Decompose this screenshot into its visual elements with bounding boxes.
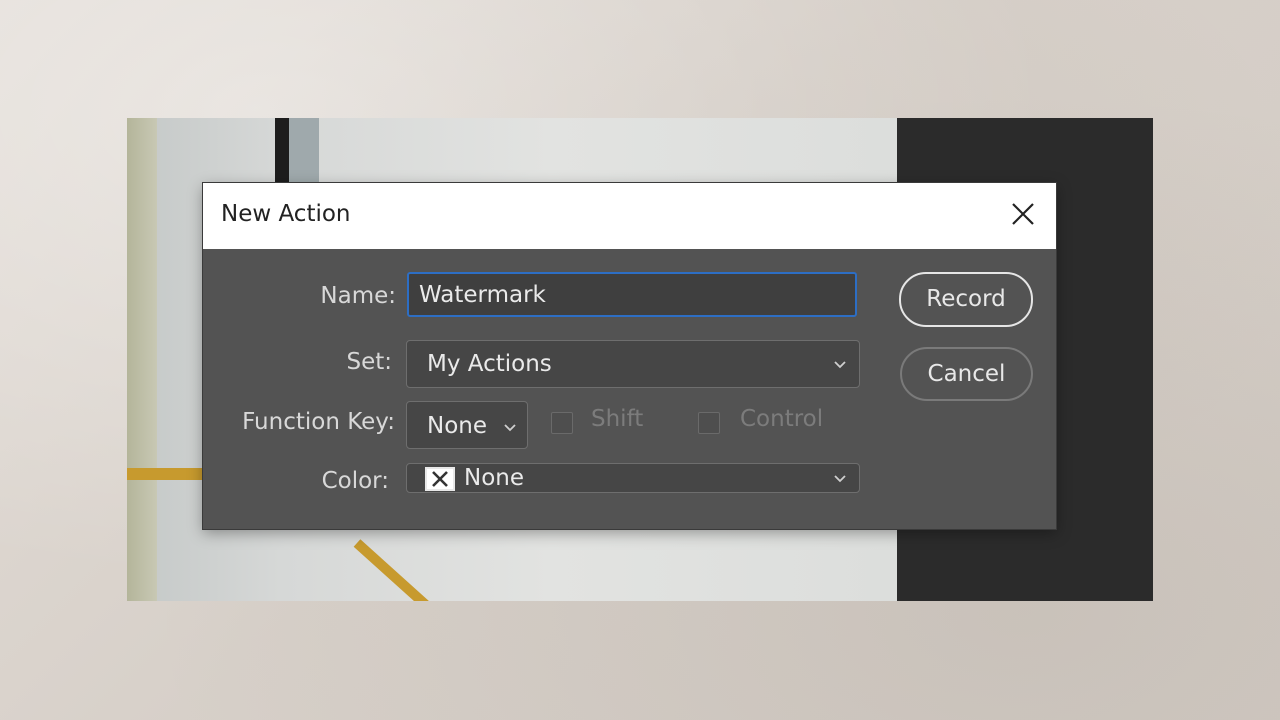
- shift-checkbox[interactable]: [551, 412, 573, 434]
- set-dropdown-value: My Actions: [427, 351, 552, 377]
- close-icon[interactable]: [1006, 197, 1040, 231]
- photo-gold-bar: [127, 468, 207, 480]
- function-key-label: Function Key:: [242, 409, 395, 435]
- name-label: Name:: [320, 283, 396, 309]
- chevron-down-icon: [834, 361, 846, 369]
- dialog-title: New Action: [221, 201, 351, 227]
- function-key-value: None: [427, 413, 488, 439]
- set-dropdown[interactable]: My Actions: [406, 340, 860, 388]
- no-color-icon: [425, 467, 455, 491]
- control-checkbox[interactable]: [698, 412, 720, 434]
- color-label: Color:: [321, 468, 389, 494]
- name-input[interactable]: [407, 272, 857, 317]
- color-dropdown[interactable]: None: [406, 463, 860, 493]
- set-label: Set:: [346, 349, 392, 375]
- photo-left-edge: [127, 118, 157, 601]
- dialog-titlebar: New Action: [203, 183, 1056, 249]
- control-label: Control: [740, 406, 824, 432]
- color-dropdown-value: None: [464, 465, 525, 491]
- new-action-dialog: New Action Name: Set: My Actions Functio…: [203, 183, 1056, 529]
- chevron-down-icon: [504, 424, 516, 432]
- chevron-down-icon: [834, 475, 846, 483]
- cancel-button[interactable]: Cancel: [900, 347, 1033, 401]
- photo-light-post: [289, 118, 319, 188]
- record-button[interactable]: Record: [899, 272, 1033, 327]
- shift-label: Shift: [591, 406, 644, 432]
- function-key-dropdown[interactable]: None: [406, 401, 528, 449]
- photo-dark-post: [275, 118, 289, 188]
